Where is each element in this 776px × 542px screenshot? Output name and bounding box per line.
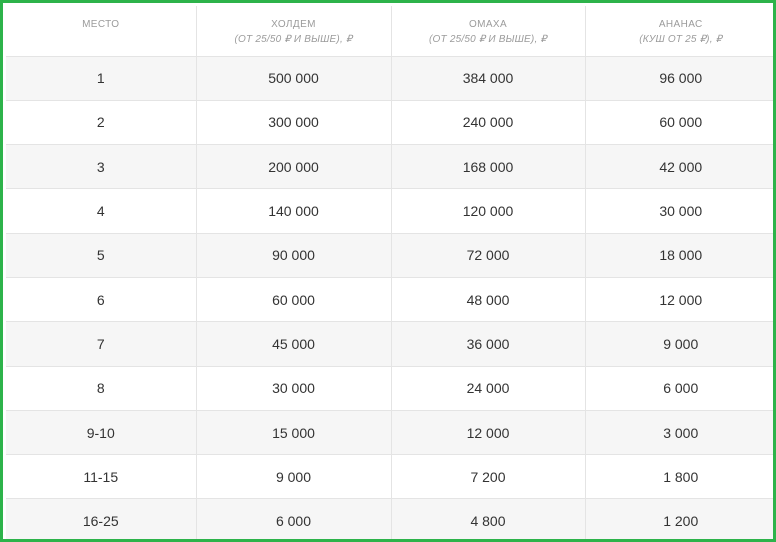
holdem-cell: 15 000 — [195, 410, 391, 456]
omaha-cell: 12 000 — [390, 410, 585, 456]
header-pineapple: АНАНАС (КУШ ОТ 25 ₽), ₽ — [584, 6, 773, 57]
holdem-cell: 200 000 — [195, 144, 391, 190]
omaha-cell: 240 000 — [390, 100, 585, 146]
prize-table: МЕСТО ХОЛДЕМ (ОТ 25/50 ₽ И ВЫШЕ), ₽ ОМАХ… — [6, 6, 773, 539]
header-omaha-title: ОМАХА — [468, 19, 508, 30]
place-cell: 2 — [6, 100, 196, 146]
pineapple-cell: 12 000 — [584, 277, 773, 323]
pineapple-cell: 6 000 — [584, 366, 773, 411]
header-place: МЕСТО — [6, 6, 196, 57]
table-row: 6 60 000 48 000 12 000 — [6, 277, 773, 323]
pineapple-cell: 30 000 — [584, 188, 773, 234]
pineapple-cell: 1 800 — [584, 454, 773, 500]
omaha-cell: 384 000 — [390, 56, 585, 101]
table-row: 16-25 6 000 4 800 1 200 — [6, 498, 773, 539]
header-row: МЕСТО ХОЛДЕМ (ОТ 25/50 ₽ И ВЫШЕ), ₽ ОМАХ… — [6, 6, 773, 57]
omaha-cell: 36 000 — [390, 321, 585, 367]
holdem-cell: 6 000 — [195, 498, 391, 539]
table-row: 4 140 000 120 000 30 000 — [6, 188, 773, 234]
header-holdem-title: ХОЛДЕМ — [271, 19, 316, 30]
table-body: 1 500 000 384 000 96 000 2 300 000 240 000 60 0… — [6, 56, 773, 539]
table-row: 9-10 15 000 12 000 3 000 — [6, 410, 773, 456]
table-row: 11-15 9 000 7 200 1 800 — [6, 454, 773, 500]
holdem-cell: 9 000 — [195, 454, 391, 500]
prize-table-frame: МЕСТО ХОЛДЕМ (ОТ 25/50 ₽ И ВЫШЕ), ₽ ОМАХ… — [0, 0, 776, 542]
table-header: МЕСТО ХОЛДЕМ (ОТ 25/50 ₽ И ВЫШЕ), ₽ ОМАХ… — [6, 6, 773, 57]
place-cell: 11-15 — [6, 454, 196, 500]
place-cell: 3 — [6, 144, 196, 190]
header-place-title: МЕСТО — [82, 19, 120, 30]
place-cell: 1 — [6, 56, 196, 101]
omaha-cell: 24 000 — [390, 366, 585, 411]
holdem-cell: 30 000 — [195, 366, 391, 411]
place-cell: 9-10 — [6, 410, 196, 456]
pineapple-cell: 9 000 — [584, 321, 773, 367]
place-cell: 6 — [6, 277, 196, 323]
pineapple-cell: 18 000 — [584, 233, 773, 278]
header-omaha: ОМАХА (ОТ 25/50 ₽ И ВЫШЕ), ₽ — [390, 6, 585, 57]
holdem-cell: 300 000 — [195, 100, 391, 146]
pineapple-cell: 3 000 — [584, 410, 773, 456]
place-cell: 7 — [6, 321, 196, 367]
place-cell: 4 — [6, 188, 196, 234]
holdem-cell: 60 000 — [195, 277, 391, 323]
omaha-cell: 72 000 — [390, 233, 585, 278]
header-holdem: ХОЛДЕМ (ОТ 25/50 ₽ И ВЫШЕ), ₽ — [195, 6, 391, 57]
omaha-cell: 120 000 — [390, 188, 585, 234]
pineapple-cell: 60 000 — [584, 100, 773, 146]
header-pineapple-title: АНАНАС — [658, 19, 703, 30]
header-holdem-subtitle: (ОТ 25/50 ₽ И ВЫШЕ), ₽ — [234, 34, 353, 45]
header-omaha-subtitle: (ОТ 25/50 ₽ И ВЫШЕ), ₽ — [429, 34, 547, 45]
table-row: 7 45 000 36 000 9 000 — [6, 321, 773, 367]
omaha-cell: 48 000 — [390, 277, 585, 323]
holdem-cell: 140 000 — [195, 188, 391, 234]
place-cell: 5 — [6, 233, 196, 278]
table-row: 2 300 000 240 000 60 000 — [6, 100, 773, 146]
table-row: 5 90 000 72 000 18 000 — [6, 233, 773, 278]
table-row: 3 200 000 168 000 42 000 — [6, 144, 773, 190]
table-row: 8 30 000 24 000 6 000 — [6, 366, 773, 411]
pineapple-cell: 42 000 — [584, 144, 773, 190]
pineapple-cell: 96 000 — [584, 56, 773, 101]
place-cell: 8 — [6, 366, 196, 411]
holdem-cell: 45 000 — [195, 321, 391, 367]
pineapple-cell: 1 200 — [584, 498, 773, 539]
place-cell: 16-25 — [6, 498, 196, 539]
holdem-cell: 500 000 — [195, 56, 391, 101]
table-row: 1 500 000 384 000 96 000 — [6, 56, 773, 101]
holdem-cell: 90 000 — [195, 233, 391, 278]
omaha-cell: 168 000 — [390, 144, 585, 190]
header-pineapple-subtitle: (КУШ ОТ 25 ₽), ₽ — [639, 34, 723, 45]
omaha-cell: 7 200 — [390, 454, 585, 500]
omaha-cell: 4 800 — [390, 498, 585, 539]
